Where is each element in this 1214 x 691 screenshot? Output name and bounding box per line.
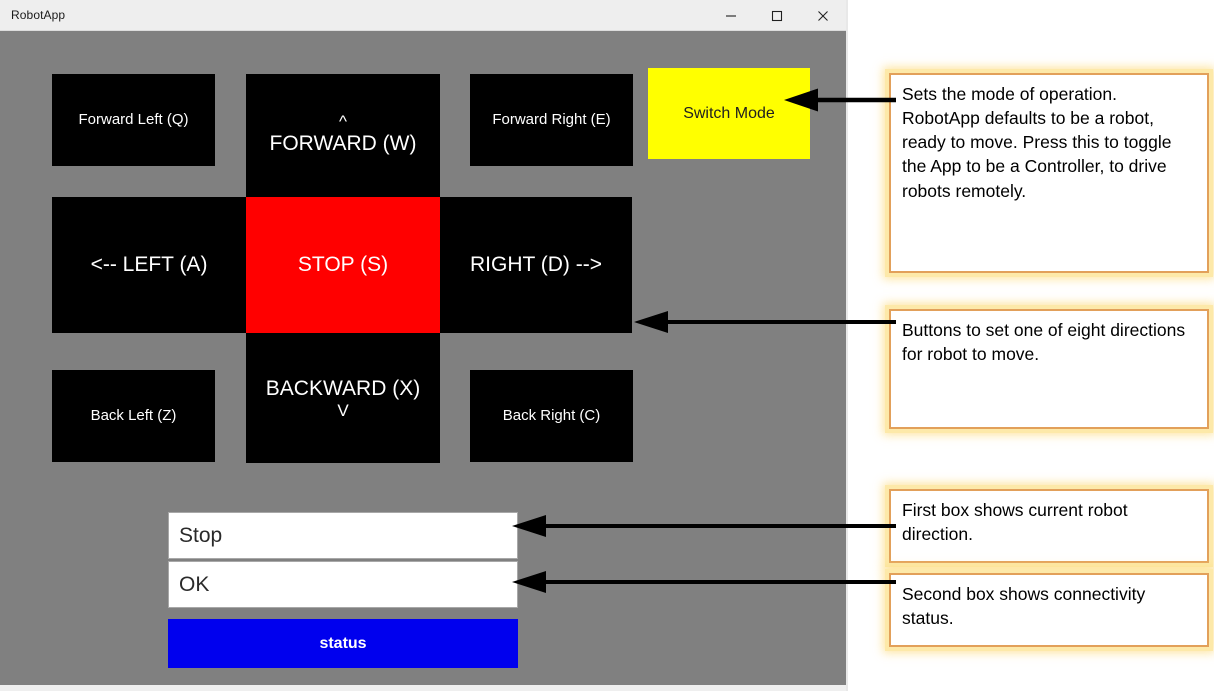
up-caret-icon: ^ bbox=[339, 112, 347, 132]
down-caret-icon: V bbox=[337, 401, 349, 421]
status-button[interactable]: status bbox=[168, 619, 518, 668]
back-left-button[interactable]: Back Left (Z) bbox=[52, 370, 215, 462]
direction-readout-value: Stop bbox=[179, 523, 223, 547]
forward-right-button[interactable]: Forward Right (E) bbox=[470, 74, 633, 166]
annotation-switch-mode: Sets the mode of operation. RobotApp def… bbox=[889, 73, 1209, 273]
back-right-label: Back Right (C) bbox=[502, 406, 601, 424]
connectivity-readout-value: OK bbox=[179, 572, 210, 596]
forward-label: FORWARD (W) bbox=[269, 132, 417, 156]
connectivity-readout-field[interactable]: OK bbox=[168, 561, 518, 608]
right-button[interactable]: RIGHT (D) --> bbox=[440, 197, 632, 333]
forward-button[interactable]: ^ FORWARD (W) bbox=[246, 74, 440, 197]
maximize-button[interactable] bbox=[754, 0, 800, 31]
backward-button[interactable]: BACKWARD (X) V bbox=[246, 333, 440, 463]
switch-mode-label: Switch Mode bbox=[683, 104, 775, 122]
forward-left-label: Forward Left (Q) bbox=[78, 110, 189, 128]
forward-right-label: Forward Right (E) bbox=[492, 110, 611, 128]
minimize-icon bbox=[726, 14, 736, 17]
switch-mode-button[interactable]: Switch Mode bbox=[648, 68, 810, 159]
maximize-icon bbox=[771, 10, 783, 21]
back-right-button[interactable]: Back Right (C) bbox=[470, 370, 633, 462]
annotation-second-box: Second box shows connectivity status. bbox=[889, 573, 1209, 647]
window-titlebar: RobotApp bbox=[0, 0, 846, 31]
annotation-arrow-second-box bbox=[512, 571, 896, 593]
annotation-arrow-directions bbox=[634, 311, 896, 333]
annotation-arrow-switch-mode bbox=[784, 88, 896, 112]
back-left-label: Back Left (Z) bbox=[90, 406, 177, 424]
window-title: RobotApp bbox=[11, 8, 66, 22]
close-icon bbox=[818, 10, 828, 21]
left-button[interactable]: <-- LEFT (A) bbox=[52, 197, 246, 333]
window-controls bbox=[708, 0, 846, 31]
status-button-label: status bbox=[319, 634, 367, 652]
left-label: <-- LEFT (A) bbox=[90, 252, 208, 276]
right-label: RIGHT (D) --> bbox=[469, 252, 603, 276]
backward-label: BACKWARD (X) bbox=[265, 376, 421, 400]
stop-label: STOP (S) bbox=[297, 252, 389, 276]
forward-left-button[interactable]: Forward Left (Q) bbox=[52, 74, 215, 166]
direction-readout-field[interactable]: Stop bbox=[168, 512, 518, 559]
window-bottom-edge bbox=[0, 685, 846, 691]
stop-button[interactable]: STOP (S) bbox=[246, 197, 440, 333]
minimize-button[interactable] bbox=[708, 0, 754, 31]
annotation-direction-buttons: Buttons to set one of eight directions f… bbox=[889, 309, 1209, 429]
close-button[interactable] bbox=[800, 0, 846, 31]
annotation-arrow-first-box bbox=[512, 515, 896, 537]
annotation-first-box: First box shows current robot direction. bbox=[889, 489, 1209, 563]
